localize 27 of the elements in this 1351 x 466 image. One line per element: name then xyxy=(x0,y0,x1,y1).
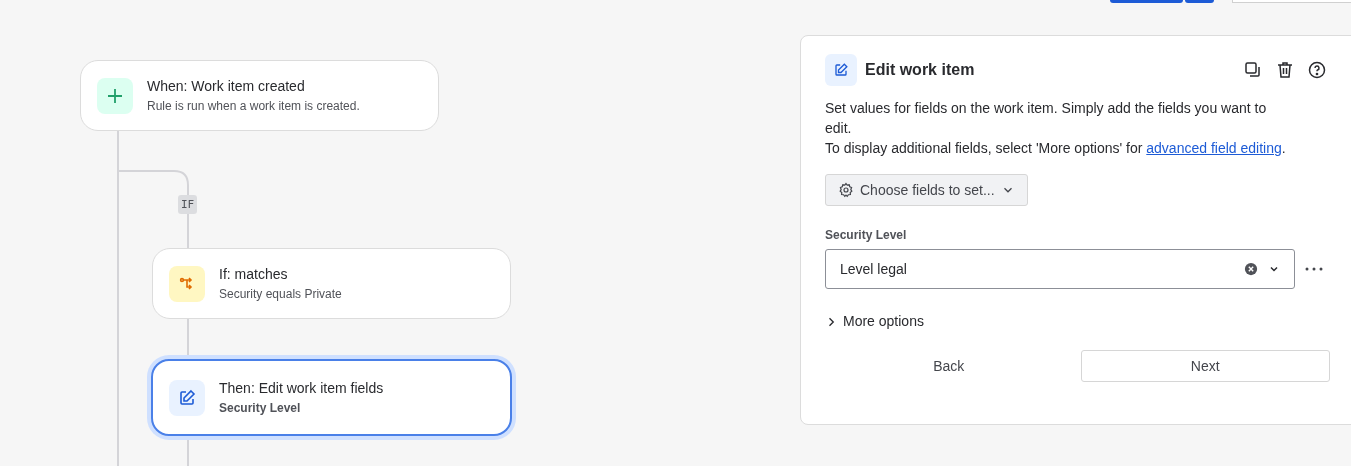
node-subtitle: Security equals Private xyxy=(219,286,342,302)
select-field[interactable]: Level legal xyxy=(825,249,1295,289)
back-button[interactable]: Back xyxy=(825,350,1073,382)
trash-icon[interactable] xyxy=(1275,60,1295,80)
gear-icon xyxy=(838,182,854,198)
branch-label: IF xyxy=(178,195,198,214)
toolbar-button[interactable] xyxy=(1185,0,1214,3)
field-label: Security Level xyxy=(825,227,908,244)
more-options-toggle[interactable]: More options xyxy=(825,311,924,332)
clear-icon[interactable] xyxy=(1244,262,1258,276)
node-subtitle: Security Level xyxy=(219,400,302,416)
choose-fields-button[interactable]: Choose fields to set... xyxy=(825,174,1028,206)
more-icon[interactable] xyxy=(1305,266,1323,272)
rule-node[interactable]: When: Work item created Rule is run when a work item is created. xyxy=(80,60,439,131)
connector-line xyxy=(187,437,189,466)
copy-icon[interactable] xyxy=(1243,60,1263,80)
next-button[interactable]: Next xyxy=(1080,350,1330,382)
link[interactable]: advanced field editing xyxy=(1146,140,1282,156)
rule-node[interactable]: If: matches Security equals Private xyxy=(152,248,511,319)
node-title: Then: Edit work item fields xyxy=(219,379,384,397)
description: Set values for fields on the work item. Simply add the fields you want to edit. xyxy=(825,99,1268,138)
help-icon[interactable] xyxy=(1307,60,1327,80)
node-title: When: Work item created xyxy=(147,77,306,95)
node-subtitle: Rule is run when a work item is created. xyxy=(147,98,360,114)
node-title: If: matches xyxy=(219,265,289,283)
description: To display additional fields, select 'More options' for advanced field editing. xyxy=(825,139,1287,158)
panel-title: Edit work item xyxy=(865,60,975,80)
